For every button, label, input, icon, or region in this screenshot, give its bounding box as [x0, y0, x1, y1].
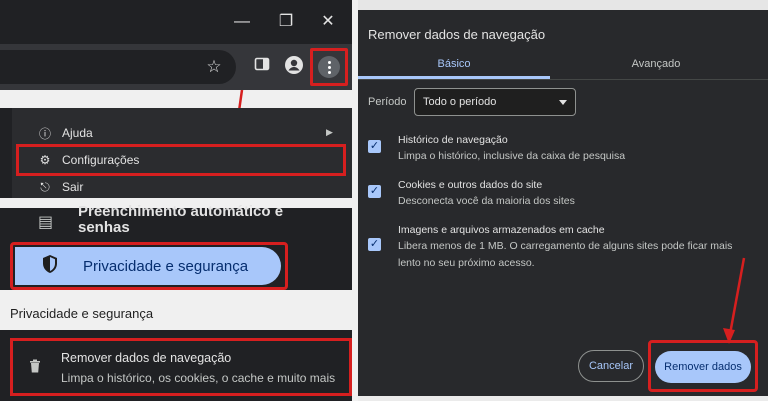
remove-highlight: Remover dados: [648, 340, 758, 392]
period-select[interactable]: Todo o período: [414, 88, 576, 116]
help-icon: ⓘ: [38, 126, 51, 141]
background-clip: [358, 396, 768, 401]
option-subtitle: Limpa o histórico, inclusive da caixa de…: [398, 150, 626, 162]
side-panel-icon[interactable]: [250, 55, 274, 79]
sidebar-item-label: Privacidade e segurança: [83, 257, 249, 275]
menu-item-help[interactable]: ⓘ Ajuda ▶: [12, 120, 352, 146]
separator: [0, 90, 352, 124]
menu-item-exit[interactable]: ⎋ Sair: [12, 174, 352, 200]
cache-checkbox[interactable]: ✓: [368, 238, 381, 251]
sidebar-item-privacy[interactable]: Privacidade e segurança: [10, 242, 288, 290]
title-bar: — ❐ ✕: [0, 0, 352, 44]
period-value: Todo o período: [423, 96, 497, 108]
tab-basic[interactable]: Básico: [358, 50, 550, 78]
trash-icon: [29, 359, 41, 378]
remove-browsing-data-row[interactable]: Remover dados de navegação Limpa o histó…: [10, 338, 352, 396]
menu-item-settings[interactable]: ⚙ Configurações: [16, 144, 346, 176]
address-bar[interactable]: ☆: [0, 50, 236, 84]
star-icon[interactable]: ☆: [202, 55, 226, 79]
background-clip: [358, 0, 768, 10]
option-subtitle: Libera menos de 1 MB. O carregamento de …: [398, 240, 733, 269]
minimize-icon[interactable]: —: [232, 12, 252, 32]
menu-item-label: Sair: [62, 180, 84, 194]
gear-icon: ⚙: [39, 153, 51, 167]
remove-data-button[interactable]: Remover dados: [655, 351, 751, 383]
cookies-checkbox[interactable]: ✓: [368, 185, 381, 198]
chevron-right-icon: ▶: [326, 127, 333, 137]
menu-dots: [318, 56, 340, 78]
browser-toolbar: ☆: [0, 44, 352, 90]
sidebar-item-autofill[interactable]: ▤ Preenchimento automático e senhas: [10, 204, 352, 244]
sidebar-item-label: Preenchimento automático e senhas: [78, 203, 284, 236]
section-title: Privacidade e segurança: [10, 306, 154, 321]
option-title: Imagens e arquivos armazenados em cache: [398, 224, 605, 236]
restore-icon[interactable]: ❐: [276, 12, 296, 32]
three-dot-menu-icon[interactable]: [310, 48, 348, 86]
tab-divider: [358, 79, 768, 80]
menu-item-label: Configurações: [62, 153, 140, 167]
option-title: Cookies e outros dados do site: [398, 179, 543, 191]
option-subtitle: Desconecta você da maioria dos sites: [398, 195, 575, 207]
shield-icon: [39, 254, 61, 279]
browser-menu: ⓘ Ajuda ▶ ⚙ Configurações ⎋ Sair: [12, 108, 352, 200]
profile-icon[interactable]: [282, 55, 306, 79]
clear-data-dialog: Remover dados de navegação Básico Avança…: [358, 0, 768, 401]
menu-item-label: Ajuda: [62, 126, 93, 140]
tab-advanced[interactable]: Avançado: [556, 50, 756, 78]
chevron-down-icon: [559, 99, 567, 105]
exit-icon: ⎋: [40, 179, 50, 194]
red-arrow-icon: [723, 257, 746, 344]
option-title: Histórico de navegação: [398, 134, 508, 146]
remove-row-title: Remover dados de navegação: [61, 351, 232, 365]
browser-panel: — ❐ ✕ ☆ ⓘ Ajuda ▶ ⚙ Configurações ⎋ Sair…: [0, 0, 352, 401]
remove-row-subtitle: Limpa o histórico, os cookies, o cache e…: [61, 371, 336, 385]
dialog-title: Remover dados de navegação: [368, 27, 546, 42]
history-checkbox[interactable]: ✓: [368, 140, 381, 153]
clipboard-icon: ▤: [38, 214, 54, 231]
privacy-pill: Privacidade e segurança: [15, 247, 281, 285]
period-label: Período: [368, 96, 407, 108]
close-icon[interactable]: ✕: [318, 12, 338, 32]
cancel-button[interactable]: Cancelar: [578, 350, 644, 382]
